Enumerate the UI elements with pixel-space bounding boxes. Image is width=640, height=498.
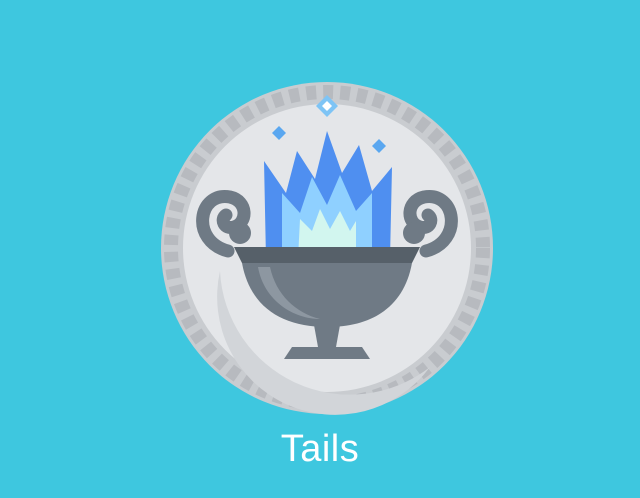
coin-face-graphic [161,82,493,415]
coin-result-label: Tails [280,428,360,470]
coin-flip-stage: Tails [0,0,640,498]
silver-coin[interactable] [160,81,494,415]
